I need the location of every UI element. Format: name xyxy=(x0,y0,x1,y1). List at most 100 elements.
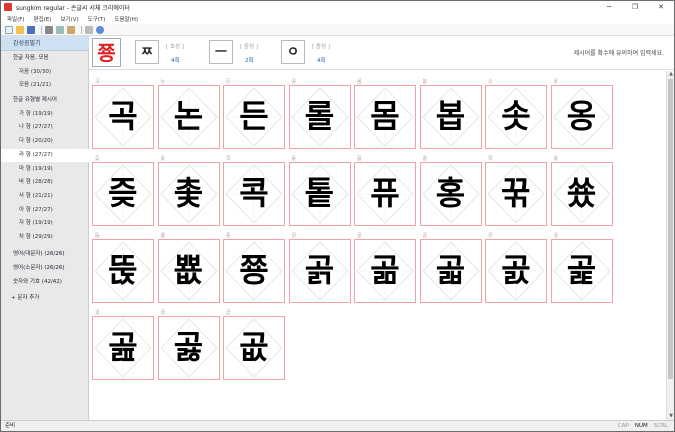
menu-view[interactable]: 보기(V) xyxy=(60,15,78,23)
glyph-drawing: 쭁 xyxy=(239,251,269,289)
copy-icon[interactable] xyxy=(56,25,64,34)
sidebar-item[interactable]: 마 형 (19/19) xyxy=(1,163,89,176)
glyph-cell[interactable]: 솟솟 xyxy=(485,79,547,149)
glyph-cell[interactable]: 곲곲 xyxy=(223,310,285,380)
print-icon[interactable] xyxy=(85,25,93,34)
add-character-button[interactable]: + 문자 추가 xyxy=(1,292,89,305)
sidebar-item[interactable]: 바 형 (28/28) xyxy=(1,176,89,189)
glyph-cell[interactable]: 롤롤 xyxy=(288,79,351,149)
glyph-label: 곪 xyxy=(357,233,362,239)
glyph-label: 논 xyxy=(160,79,166,85)
glyph-label: 솟 xyxy=(488,79,493,85)
component-glyph: ㅉ xyxy=(135,40,159,64)
sidebar-group[interactable]: 숫자와 기호 (42/42) xyxy=(1,276,89,289)
glyph-cell[interactable]: 꾺꾺 xyxy=(485,156,547,226)
glyph-cell[interactable]: 곬곬 xyxy=(485,233,547,303)
glyph-cell[interactable]: 곮곮 xyxy=(92,310,154,380)
new-file-icon[interactable] xyxy=(5,25,13,34)
glyph-cell[interactable]: 곫곫 xyxy=(419,233,482,303)
sidebar-item[interactable]: 아 형 (27/27) xyxy=(1,204,89,217)
sidebar-group[interactable]: 영어(대문자) (26/26) xyxy=(1,248,89,261)
title-bar: sungkim regular - 손글씨 서체 크리에이터 ─ ❐ ✕ xyxy=(1,1,674,13)
sidebar-item[interactable]: 모음 (21/21) xyxy=(1,79,89,92)
glyph-drawing: 콕 xyxy=(239,174,269,212)
help-icon[interactable] xyxy=(96,25,104,34)
glyph-drawing: 곭 xyxy=(566,251,597,289)
glyph-label: 곫 xyxy=(422,233,428,239)
glyph-drawing: 옹 xyxy=(566,97,597,135)
glyph-cell[interactable]: 든든 xyxy=(223,79,285,149)
restore-button[interactable]: ❐ xyxy=(622,1,648,13)
save-icon[interactable] xyxy=(27,25,35,34)
menu-help[interactable]: 도움말(H) xyxy=(114,15,138,23)
glyph-cell[interactable]: 촟촟 xyxy=(157,156,220,226)
glyph-cell[interactable]: 톹톹 xyxy=(288,156,351,226)
vertical-scrollbar[interactable]: ▲ ▼ xyxy=(666,71,674,420)
input-notice: 제시어를 확수에 유의하여 입력세요. xyxy=(573,50,664,57)
sidebar-group[interactable]: 한글 자음, 모음 xyxy=(1,52,89,65)
glyph-drawing: 톹 xyxy=(304,174,335,212)
glyph-drawing: 꾺 xyxy=(501,174,531,212)
glyph-grid: 곡곡논논든든롤롤몸몸봅봅솟솟옹옹즞즞촟촟콕콕톹톹퓸퓨홍홍꾺꾺쑜쑜뚡뚡뿂뿂쭁쭁곩곩… xyxy=(89,71,666,420)
component-glyph: ㅇ xyxy=(281,40,305,64)
sidebar-item[interactable]: 자음 (30/30) xyxy=(1,66,89,79)
glyph-cell[interactable]: 콕콕 xyxy=(223,156,285,226)
glyph-cell[interactable]: 몸몸 xyxy=(354,79,416,149)
sidebar-item[interactable]: 다 형 (20/20) xyxy=(1,135,89,148)
glyph-drawing: 곡 xyxy=(108,97,138,135)
glyph-cell[interactable]: 곡곡 xyxy=(92,79,154,149)
sidebar-item[interactable]: 가 형 (19/19) xyxy=(1,108,89,121)
glyph-drawing: 곫 xyxy=(435,251,466,289)
glyph-drawing: 몸 xyxy=(370,97,400,135)
open-folder-icon[interactable] xyxy=(16,25,24,34)
glyph-drawing: 뚡 xyxy=(108,251,138,289)
sidebar-item[interactable]: 사 형 (21/21) xyxy=(1,190,89,203)
sidebar-item[interactable]: 라 형 (27/27) xyxy=(1,149,89,162)
glyph-cell[interactable]: 곭곭 xyxy=(550,233,613,303)
glyph-cell[interactable]: 뿂뿂 xyxy=(157,233,220,303)
glyph-cell[interactable]: 곯곯 xyxy=(157,310,220,380)
menu-tools[interactable]: 도구(T) xyxy=(88,15,106,23)
glyph-label: 뚡 xyxy=(95,233,100,239)
glyph-cell[interactable]: 쑜쑜 xyxy=(550,156,613,226)
glyph-cell[interactable]: 옹옹 xyxy=(550,79,613,149)
glyph-drawing: 홍 xyxy=(435,174,466,212)
close-button[interactable]: ✕ xyxy=(648,1,674,13)
scroll-up-arrow-icon[interactable]: ▲ xyxy=(667,71,675,78)
sidebar-item[interactable]: 나 형 (27/27) xyxy=(1,121,89,134)
sidebar-group[interactable]: 영어(소문자) (26/26) xyxy=(1,262,89,275)
menu-bar: 파일(F) 편집(E) 보기(V) 도구(T) 도움말(H) xyxy=(1,13,674,24)
menu-edit[interactable]: 편집(E) xyxy=(34,15,52,23)
glyph-cell[interactable]: 쭁쭁 xyxy=(223,233,285,303)
cut-icon[interactable] xyxy=(45,25,53,34)
glyph-label: 곭 xyxy=(553,233,559,239)
glyph-label: 롤 xyxy=(291,79,297,85)
paste-icon[interactable] xyxy=(67,25,75,34)
sidebar-item[interactable]: 차 형 (29/29) xyxy=(1,231,89,244)
scrollbar-thumb[interactable] xyxy=(668,79,673,379)
glyph-cell[interactable]: 곩곩 xyxy=(288,233,351,303)
component-glyph: ㅡ xyxy=(209,40,233,64)
scroll-down-arrow-icon[interactable]: ▼ xyxy=(667,413,675,420)
menu-file[interactable]: 파일(F) xyxy=(7,15,25,23)
glyph-cell[interactable]: 즞즞 xyxy=(92,156,154,226)
status-bar: 준비 CAP NUM SCRL xyxy=(1,420,674,431)
sidebar-group[interactable]: 한글 유형별 제시어 xyxy=(1,94,89,107)
glyph-cell[interactable]: 퓸퓨 xyxy=(354,156,416,226)
sidebar-item[interactable]: 자 형 (19/19) xyxy=(1,217,89,230)
component-label: [ 초성 ] xyxy=(166,44,184,50)
glyph-label: 콕 xyxy=(226,156,231,162)
glyph-cell[interactable]: 뚡뚡 xyxy=(92,233,154,303)
glyph-label: 곡 xyxy=(95,79,100,85)
glyph-cell[interactable]: 곪곪 xyxy=(354,233,416,303)
minimize-button[interactable]: ─ xyxy=(596,1,622,13)
current-glyph-preview: 쭁 xyxy=(92,38,121,67)
sidebar-header[interactable]: 감성꼼필기 xyxy=(1,36,89,51)
status-indicators: CAP NUM SCRL xyxy=(612,421,668,432)
glyph-cell[interactable]: 홍홍 xyxy=(419,156,482,226)
window-title: sungkim regular - 손글씨 서체 크리에이터 xyxy=(16,4,130,12)
component-strokes: 2획 xyxy=(245,58,254,64)
glyph-label: 곬 xyxy=(488,233,493,239)
glyph-cell[interactable]: 봅봅 xyxy=(419,79,482,149)
glyph-cell[interactable]: 논논 xyxy=(157,79,220,149)
